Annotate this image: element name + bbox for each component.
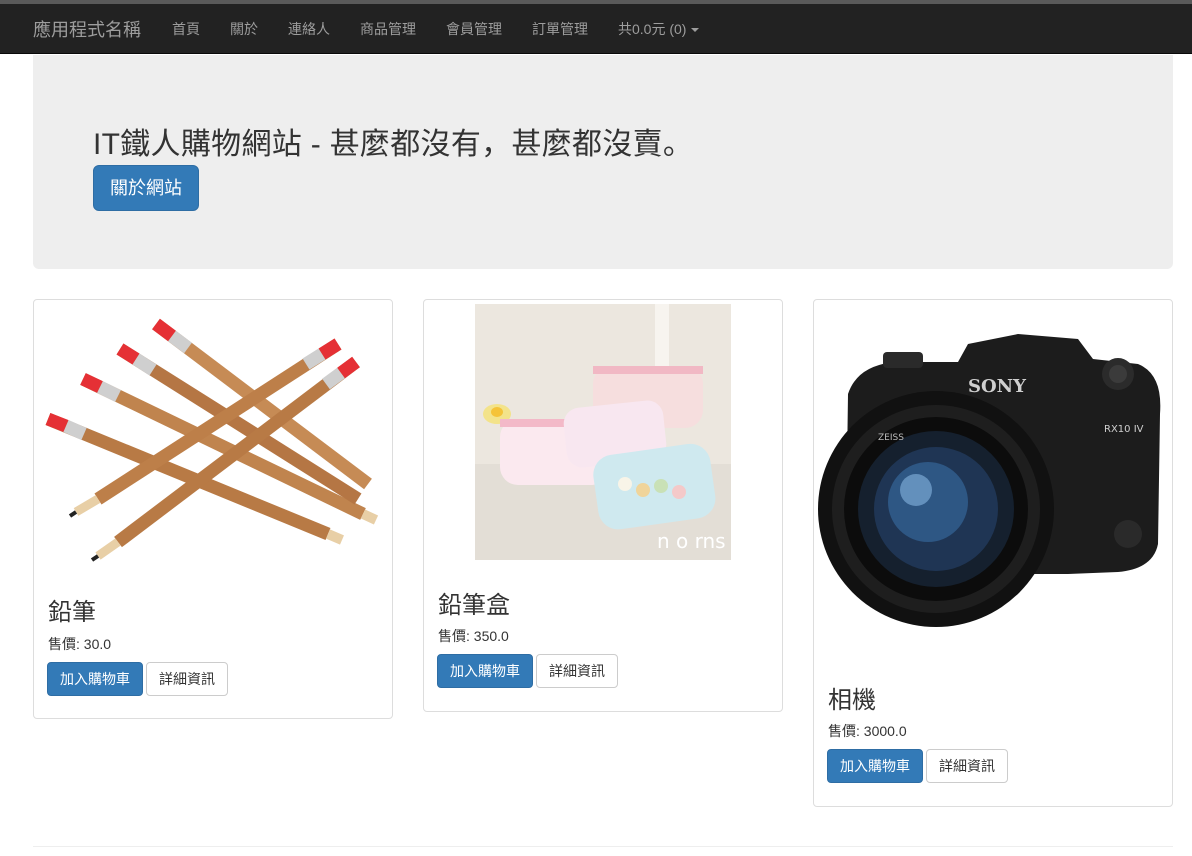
product-name: 鉛筆盒 [438, 592, 510, 619]
caret-down-icon [691, 27, 700, 32]
about-site-button[interactable]: 關於網站 [93, 165, 199, 211]
product-name: 相機 [828, 687, 876, 714]
top-navbar: 應用程式名稱 首頁 關於 連絡人 商品管理 會員管理 訂單管理 共0.0元 (0… [0, 4, 1192, 54]
svg-text:n o rns: n o rns [657, 529, 726, 553]
nav-item-order-management[interactable]: 訂單管理 [517, 19, 603, 39]
camera-photo: SONY RX10 IV ZEISS [818, 304, 1168, 654]
nav-item-home[interactable]: 首頁 [157, 19, 215, 39]
jumbotron: IT鐵人購物網站 - 甚麼都沒有，甚麼都沒賣。 關於網站 [33, 55, 1173, 269]
pencil-case-photo: n o rns [475, 304, 731, 560]
details-button[interactable]: 詳細資訊 [926, 749, 1008, 783]
product-price: 售價: 30.0 [48, 636, 112, 652]
svg-text:ZEISS: ZEISS [878, 433, 904, 443]
nav-item-product-management[interactable]: 商品管理 [345, 19, 431, 39]
product-card-pencil: 鉛筆 售價: 30.0 加入購物車 詳細資訊 [33, 299, 393, 719]
cart-dropdown[interactable]: 共0.0元 (0) [603, 19, 714, 39]
navbar-brand[interactable]: 應用程式名稱 [33, 16, 141, 42]
product-name: 鉛筆 [48, 599, 96, 626]
site-title: IT鐵人購物網站 - 甚麼都沒有，甚麼都沒賣。 [93, 128, 694, 161]
cart-summary: 共0.0元 (0) [618, 20, 687, 37]
svg-text:SONY: SONY [968, 376, 1027, 397]
product-price: 售價: 350.0 [438, 628, 509, 644]
svg-text:RX10 IV: RX10 IV [1104, 424, 1144, 435]
nav-item-about[interactable]: 關於 [215, 19, 273, 39]
add-to-cart-button[interactable]: 加入購物車 [47, 662, 143, 696]
details-button[interactable]: 詳細資訊 [536, 654, 618, 688]
add-to-cart-button[interactable]: 加入購物車 [437, 654, 533, 688]
add-to-cart-button[interactable]: 加入購物車 [827, 749, 923, 783]
product-card-pencil-case: n o rns 鉛筆盒 售價: 350.0 加入購物車 詳細資訊 [423, 299, 783, 712]
product-price: 售價: 3000.0 [828, 723, 907, 739]
pencils-photo [38, 304, 388, 567]
footer-divider [33, 846, 1173, 847]
details-button[interactable]: 詳細資訊 [146, 662, 228, 696]
nav-item-member-management[interactable]: 會員管理 [431, 19, 517, 39]
product-card-camera: SONY RX10 IV ZEISS 相機 售價: 3000.0 加入購物車 詳… [813, 299, 1173, 807]
nav-item-contact[interactable]: 連絡人 [273, 19, 345, 39]
